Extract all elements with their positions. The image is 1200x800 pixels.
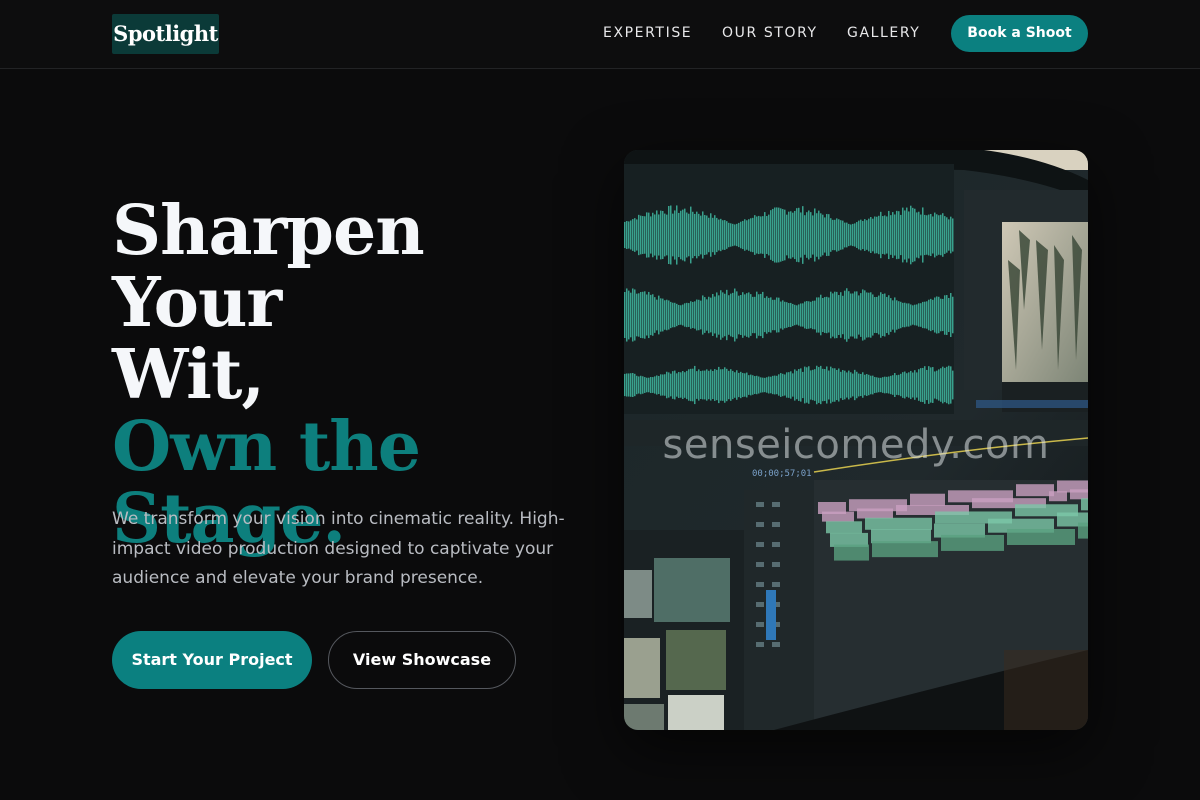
nav-link-our-story[interactable]: OUR STORY [722, 24, 818, 42]
hero-title-accent-line-1: Own the [112, 407, 421, 487]
hero-title: Sharpen Your Wit, Own the Stage. [112, 195, 592, 555]
view-showcase-button[interactable]: View Showcase [328, 631, 516, 689]
site-header: Spotlight EXPERTISE OUR STORY GALLERY Bo… [0, 0, 1200, 69]
audio-waveform [624, 205, 954, 405]
hero-title-line-1: Sharpen Your [112, 191, 425, 343]
nav-link-expertise[interactable]: EXPERTISE [603, 24, 692, 42]
watermark-text: senseicomedy.com [662, 422, 1050, 468]
book-shoot-button[interactable]: Book a Shoot [951, 15, 1088, 52]
start-project-button[interactable]: Start Your Project [112, 631, 312, 689]
timecode-readout: 00;00;57;01 [752, 469, 812, 479]
hero-subtitle: We transform your vision into cinematic … [112, 509, 565, 588]
nav-link-gallery[interactable]: GALLERY [847, 24, 920, 42]
brand-logo[interactable]: Spotlight [112, 14, 219, 54]
hero-image: 00;00;57;01 senseicomedy.com [624, 150, 1088, 730]
hero-title-line-2: Wit, [112, 335, 265, 415]
